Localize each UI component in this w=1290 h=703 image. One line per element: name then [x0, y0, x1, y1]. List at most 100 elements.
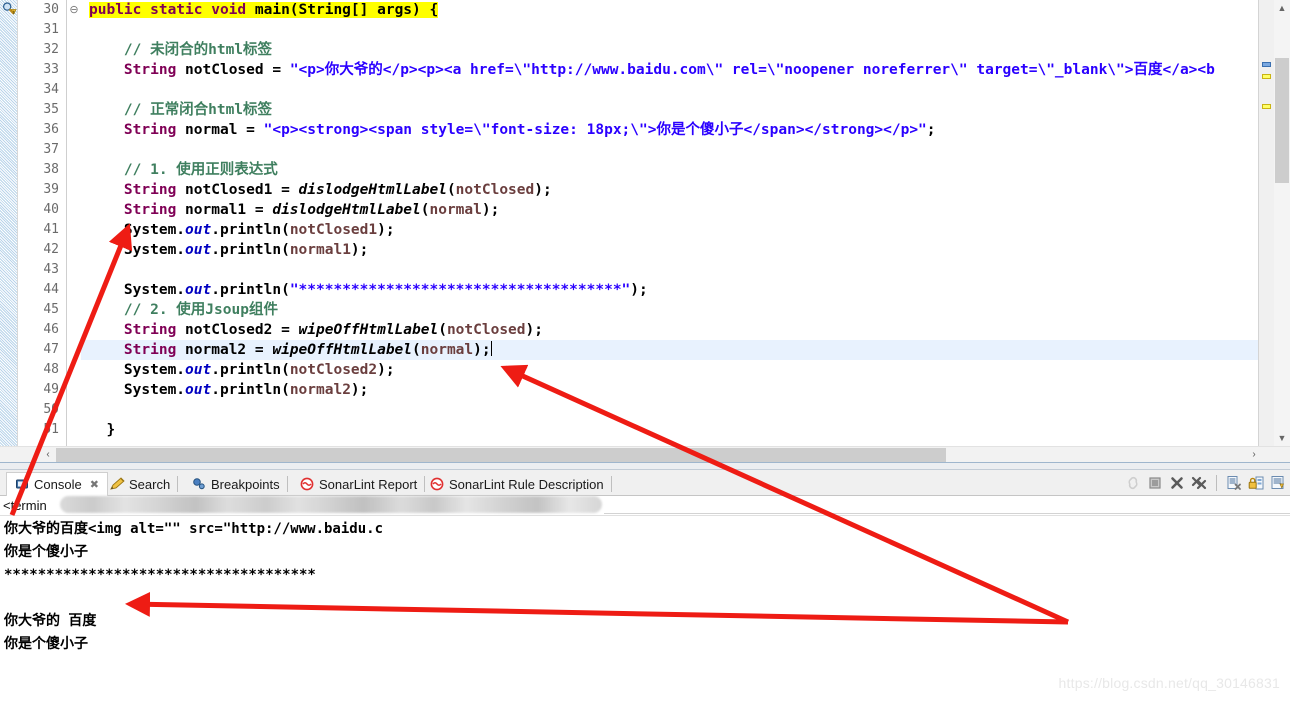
code-token: String — [123, 322, 177, 338]
breakpoints-icon — [192, 477, 206, 491]
remove-all-launches-icon[interactable] — [1191, 475, 1207, 491]
scroll-left-arrow[interactable]: ‹ — [40, 447, 56, 462]
code-editor-pane[interactable]: 30 31 32 33 34 35 36 37 38 39 40 41 42 43 44 45 46 47 48 49… — [0, 0, 1290, 462]
tab-sonarlint-report[interactable]: SonarLint Report — [292, 472, 426, 496]
vertical-scroll-thumb[interactable] — [1275, 58, 1289, 183]
code-token: public — [89, 2, 151, 18]
editor-line-numbers: 30 31 32 33 34 35 36 37 38 39 40 41 42 43 44 45 46 47 48 49… — [19, 0, 67, 446]
code-line[interactable]: String normal1 = dislodgeHtmlLabel(norma… — [81, 200, 1264, 220]
code-token: notClosed2 = — [176, 322, 299, 338]
tab-label: SonarLint Report — [319, 476, 418, 492]
code-line[interactable]: String notClosed = "<p>你大爷的</p><p><a hre… — [81, 60, 1264, 80]
code-token: // 正常闭合html标签 — [89, 102, 273, 118]
scroll-up-arrow[interactable]: ▲ — [1274, 0, 1290, 16]
code-token: ); — [473, 342, 491, 358]
line-number: 39 — [43, 182, 59, 197]
editor-marker-bar[interactable] — [0, 0, 18, 446]
line-number: 49 — [43, 382, 59, 397]
code-line[interactable]: System.out.println(normal2); — [81, 380, 1264, 400]
code-line[interactable] — [81, 20, 1264, 40]
tab-search[interactable]: Search — [102, 472, 179, 496]
code-token: String — [123, 62, 177, 78]
code-token: } — [89, 422, 116, 438]
tab-console[interactable]: Console ✖ — [6, 472, 108, 496]
console-output-line: 你是个傻小子 — [4, 544, 88, 560]
code-token: ); — [377, 362, 395, 378]
code-token: // 未闭合的html标签 — [89, 42, 273, 58]
code-line[interactable] — [81, 260, 1264, 280]
code-line[interactable]: // 1. 使用正则表达式 — [81, 160, 1264, 180]
code-token: .println( — [211, 242, 290, 258]
stop-icon[interactable] — [1147, 475, 1163, 491]
code-line[interactable]: System.out.println(notClosed2); — [81, 360, 1264, 380]
clear-console-icon[interactable] — [1226, 475, 1242, 491]
line-number: 40 — [43, 202, 59, 217]
code-token: // 1. 使用正则表达式 — [89, 162, 278, 178]
close-icon[interactable]: ✖ — [90, 478, 99, 491]
code-token: ); — [377, 222, 395, 238]
scroll-down-arrow[interactable]: ▼ — [1274, 430, 1290, 446]
overview-marker-warning — [1262, 74, 1271, 79]
code-line[interactable]: // 2. 使用Jsoup组件 — [81, 300, 1264, 320]
code-line[interactable]: public static void main(String[] args) { — [81, 0, 1264, 20]
editor-code-area[interactable]: public static void main(String[] args) {… — [81, 0, 1264, 446]
scroll-right-arrow[interactable]: › — [1246, 447, 1262, 462]
code-line[interactable]: System.out.println(notClosed1); — [81, 220, 1264, 240]
code-token: .println( — [211, 222, 290, 238]
pane-splitter[interactable] — [0, 462, 1290, 470]
code-line[interactable] — [81, 80, 1264, 100]
code-token: System. — [89, 282, 186, 298]
code-line[interactable]: String notClosed2 = wipeOffHtmlLabel(not… — [81, 320, 1264, 340]
console-output-line: 你大爷的 百度 — [4, 613, 97, 629]
code-token: normal2 = — [176, 342, 273, 358]
code-line[interactable]: System.out.println(normal1); — [81, 240, 1264, 260]
line-number: 42 — [43, 242, 59, 257]
remove-launch-icon[interactable] — [1169, 475, 1185, 491]
code-line[interactable]: String notClosed1 = dislodgeHtmlLabel(no… — [81, 180, 1264, 200]
blog-watermark: https://blog.csdn.net/qq_30146831 — [1058, 675, 1280, 691]
tab-label: Console — [34, 477, 82, 492]
horizontal-scroll-thumb[interactable] — [56, 448, 946, 462]
pin-console-icon[interactable] — [1270, 475, 1286, 491]
eclipse-ide-window: 30 31 32 33 34 35 36 37 38 39 40 41 42 43 44 45 46 47 48 49… — [0, 0, 1290, 703]
console-output-line: 你是个傻小子 — [4, 636, 88, 652]
code-line[interactable]: // 未闭合的html标签 — [81, 40, 1264, 60]
code-line[interactable]: // 正常闭合html标签 — [81, 100, 1264, 120]
scroll-lock-icon[interactable] — [1248, 475, 1264, 491]
editor-folding-column[interactable]: ⊖ — [67, 0, 81, 446]
warning-search-icon[interactable] — [1, 1, 17, 17]
console-header-bar: <termin — [0, 496, 1290, 516]
code-token: String — [123, 202, 177, 218]
editor-vertical-scrollbar[interactable]: ▲ ▼ — [1274, 0, 1290, 446]
code-line[interactable] — [81, 140, 1264, 160]
tab-sonarlint-rule-description[interactable]: SonarLint Rule Description — [422, 472, 612, 496]
sonarlint-icon — [430, 477, 444, 491]
editor-horizontal-scrollbar[interactable]: ‹ › — [0, 446, 1290, 462]
code-line[interactable] — [81, 400, 1264, 420]
line-number: 46 — [43, 322, 59, 337]
tab-breakpoints[interactable]: Breakpoints — [184, 472, 288, 496]
code-line[interactable]: } — [81, 420, 1264, 440]
code-line[interactable]: String normal = "<p><strong><span style=… — [81, 120, 1264, 140]
code-token: main( — [254, 2, 299, 18]
code-token: notClosed — [455, 182, 535, 198]
code-token: out — [185, 362, 212, 378]
code-token: System. — [89, 362, 186, 378]
code-line[interactable]: System.out.println("********************… — [81, 280, 1264, 300]
code-token: notClosed1 = — [176, 182, 299, 198]
code-token: ); — [630, 282, 648, 298]
editor-overview-ruler[interactable] — [1258, 0, 1274, 446]
fold-toggle-icon[interactable]: ⊖ — [67, 0, 81, 20]
console-toolbar — [1125, 471, 1290, 495]
code-line[interactable]: String normal2 = wipeOffHtmlLabel(normal… — [81, 340, 1264, 360]
code-token: out — [185, 222, 212, 238]
